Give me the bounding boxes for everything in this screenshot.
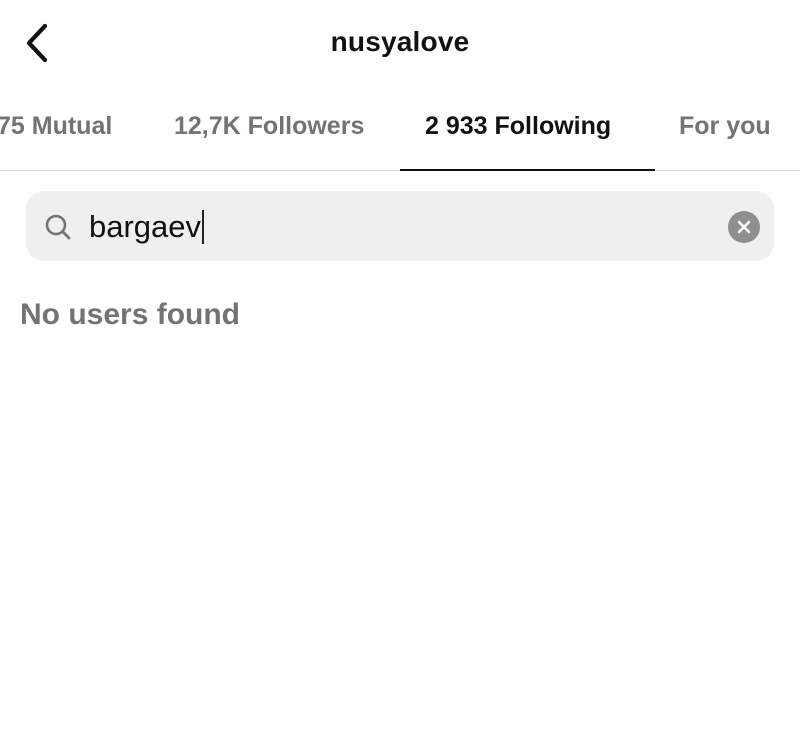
text-cursor	[202, 210, 205, 244]
following-screen: nusyalove 75 Mutual 12,7K Followers 2 93…	[0, 0, 800, 756]
tab-followers[interactable]: 12,7K Followers	[174, 112, 364, 141]
search-icon	[45, 214, 71, 240]
clear-icon	[737, 220, 751, 234]
tab-following[interactable]: 2 933 Following	[425, 112, 611, 141]
search-input-value: bargaev	[89, 209, 202, 244]
search-input[interactable]: bargaev	[89, 209, 205, 245]
tab-mutual[interactable]: 75 Mutual	[0, 112, 112, 141]
follow-tabs: 75 Mutual 12,7K Followers 2 933 Followin…	[0, 96, 800, 171]
profile-username-title: nusyalove	[330, 26, 470, 57]
top-bar: nusyalove	[0, 0, 800, 88]
active-tab-indicator	[400, 169, 655, 171]
search-bar[interactable]: bargaev	[26, 191, 774, 261]
clear-search-button[interactable]	[728, 211, 760, 243]
tab-for-you[interactable]: For you	[679, 112, 771, 141]
empty-results-message: No users found	[20, 298, 241, 331]
